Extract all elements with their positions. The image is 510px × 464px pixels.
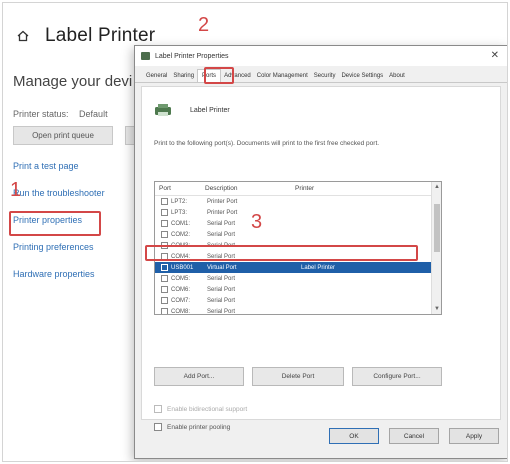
step-1-highlight — [9, 211, 101, 236]
port-row[interactable]: COM2: Serial Port — [155, 229, 441, 240]
port-checkbox[interactable] — [161, 264, 168, 271]
port-checkbox[interactable] — [161, 286, 168, 293]
port-name: COM8: — [171, 308, 191, 315]
column-printer[interactable]: Printer — [295, 185, 395, 192]
port-checkbox[interactable] — [161, 308, 168, 314]
step-2-highlight — [204, 67, 234, 84]
scroll-up-icon[interactable]: ▲ — [432, 182, 441, 192]
column-description[interactable]: Description — [205, 185, 295, 192]
port-name: COM2: — [171, 231, 191, 238]
port-name: LPT2: — [171, 198, 188, 205]
port-checkbox[interactable] — [161, 220, 168, 227]
dialog-footer: OK Cancel Apply — [329, 428, 499, 444]
page-title: Label Printer — [45, 25, 156, 46]
port-checkbox[interactable] — [161, 198, 168, 205]
screenshot-frame: Label Printer Manage your devi Printer s… — [2, 2, 508, 462]
tab-color-management[interactable]: Color Management — [254, 70, 311, 82]
port-description: Serial Port — [207, 297, 236, 304]
port-description: Printer Port — [207, 198, 238, 205]
printing-preferences-link[interactable]: Printing preferences — [13, 242, 105, 254]
port-description: Virtual Port — [207, 264, 237, 271]
port-description: Serial Port — [207, 308, 236, 315]
port-name: COM5: — [171, 275, 191, 282]
port-row[interactable]: USB001 Virtual Port Label Printer — [155, 262, 441, 273]
port-description: Serial Port — [207, 275, 236, 282]
tab-device-settings[interactable]: Device Settings — [338, 70, 386, 82]
troubleshooter-link[interactable]: Run the troubleshooter — [13, 188, 105, 200]
step-1-marker: 1 — [10, 179, 22, 201]
port-row[interactable]: COM7: Serial Port — [155, 295, 441, 306]
tab-general[interactable]: General — [143, 70, 170, 82]
open-print-queue-button[interactable]: Open print queue — [13, 126, 113, 145]
tab-sharing[interactable]: Sharing — [170, 70, 197, 82]
dialog-tabs: General Sharing Ports Advanced Color Man… — [135, 66, 507, 83]
port-checkbox[interactable] — [161, 209, 168, 216]
configure-port-button[interactable]: Configure Port... — [352, 367, 442, 386]
printer-icon — [155, 104, 171, 116]
step-3-marker: 3 — [251, 211, 263, 233]
printer-icon — [141, 52, 150, 60]
tab-security[interactable]: Security — [311, 70, 339, 82]
settings-header: Label Printer — [17, 25, 155, 47]
port-name: COM1: — [171, 220, 191, 227]
home-icon[interactable] — [17, 30, 29, 42]
port-row[interactable]: COM1: Serial Port — [155, 218, 441, 229]
port-name: LPT3: — [171, 209, 188, 216]
bidirectional-checkbox[interactable]: Enable bidirectional support — [154, 405, 247, 413]
port-description: Serial Port — [207, 286, 236, 293]
ok-button[interactable]: OK — [329, 428, 379, 444]
port-name: COM6: — [171, 286, 191, 293]
scroll-down-icon[interactable]: ▼ — [432, 304, 441, 314]
dialog-titlebar[interactable]: Label Printer Properties ✕ — [135, 46, 507, 66]
printer-pooling-label: Enable printer pooling — [167, 423, 231, 431]
port-row[interactable]: LPT3: Printer Port — [155, 207, 441, 218]
port-checkbox[interactable] — [161, 275, 168, 282]
status-value: Default — [79, 109, 108, 119]
step-3-highlight — [145, 245, 418, 261]
port-checkbox[interactable] — [161, 231, 168, 238]
port-printer: Label Printer — [301, 264, 336, 271]
print-test-page-link[interactable]: Print a test page — [13, 161, 105, 173]
dialog-title: Label Printer Properties — [155, 52, 229, 60]
port-list-header: Port Description Printer — [155, 182, 441, 196]
column-port[interactable]: Port — [155, 185, 205, 192]
page-subtitle: Manage your devi — [13, 73, 133, 90]
ports-description: Print to the following port(s). Document… — [154, 140, 380, 147]
step-2-marker: 2 — [198, 14, 210, 36]
checkbox-box[interactable] — [154, 405, 162, 413]
port-checkbox[interactable] — [161, 297, 168, 304]
hardware-properties-link[interactable]: Hardware properties — [13, 269, 105, 281]
status-label: Printer status: — [13, 109, 69, 119]
port-name: COM7: — [171, 297, 191, 304]
tab-about[interactable]: About — [386, 70, 408, 82]
cancel-button[interactable]: Cancel — [389, 428, 439, 444]
port-name: USB001 — [171, 264, 194, 271]
add-port-button[interactable]: Add Port... — [154, 367, 244, 386]
close-icon[interactable]: ✕ — [491, 50, 499, 61]
port-row[interactable]: COM5: Serial Port — [155, 273, 441, 284]
bidirectional-label: Enable bidirectional support — [167, 405, 248, 413]
delete-port-button[interactable]: Delete Port — [252, 367, 344, 386]
port-row[interactable]: COM8: Serial Port — [155, 306, 441, 315]
apply-button[interactable]: Apply — [449, 428, 499, 444]
printer-pooling-checkbox[interactable]: Enable printer pooling — [154, 423, 230, 431]
checkbox-box[interactable] — [154, 423, 162, 431]
port-list-scrollbar[interactable]: ▲ ▼ — [431, 182, 441, 314]
printer-status: Printer status: Default — [13, 109, 116, 119]
port-row[interactable]: COM6: Serial Port — [155, 284, 441, 295]
port-row[interactable]: LPT2: Printer Port — [155, 196, 441, 207]
scroll-thumb[interactable] — [434, 204, 440, 252]
printer-name: Label Printer — [190, 107, 230, 114]
